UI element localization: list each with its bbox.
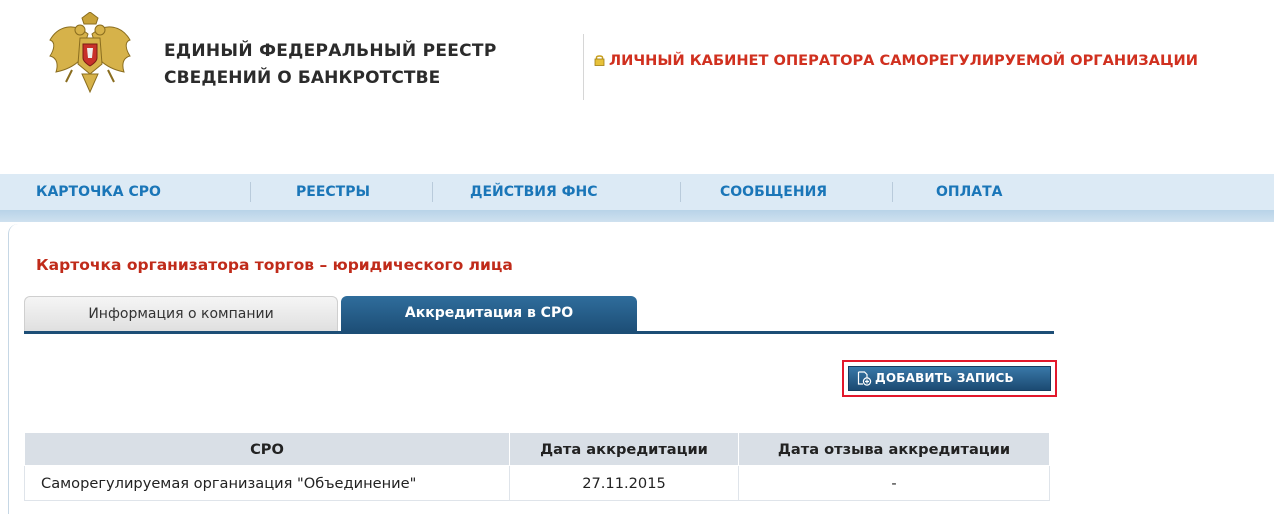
nav-separator <box>250 182 251 202</box>
site-title: ЕДИНЫЙ ФЕДЕРАЛЬНЫЙ РЕЕСТР СВЕДЕНИЙ О БАН… <box>164 38 497 92</box>
add-document-icon <box>857 371 872 394</box>
page-title: Карточка организатора торгов – юридическ… <box>36 256 513 274</box>
add-record-button[interactable]: ДОБАВИТЬ ЗАПИСЬ <box>848 366 1051 391</box>
tab-company-info[interactable]: Информация о компании <box>24 296 338 332</box>
nav-item-payment[interactable]: ОПЛАТА <box>936 174 1002 210</box>
cell-sro-name: Саморегулируемая организация "Объединени… <box>24 465 510 501</box>
table-header-row: СРО Дата аккредитации Дата отзыва аккред… <box>24 432 1050 466</box>
accreditation-table: СРО Дата аккредитации Дата отзыва аккред… <box>24 432 1050 501</box>
column-header-sro[interactable]: СРО <box>24 432 510 466</box>
nav-separator <box>680 182 681 202</box>
column-header-revocation-date[interactable]: Дата отзыва аккредитации <box>738 432 1050 466</box>
nav-item-sro-card[interactable]: КАРТОЧКА СРО <box>36 174 161 210</box>
nav-item-registries[interactable]: РЕЕСТРЫ <box>296 174 370 210</box>
coat-of-arms-logo <box>44 11 136 96</box>
table-row[interactable]: Саморегулируемая организация "Объединени… <box>24 465 1050 501</box>
site-title-line2: СВЕДЕНИЙ О БАНКРОТСТВЕ <box>164 68 441 88</box>
column-header-accreditation-date[interactable]: Дата аккредитации <box>509 432 739 466</box>
main-nav: КАРТОЧКА СРО РЕЕСТРЫ ДЕЙСТВИЯ ФНС СООБЩЕ… <box>0 174 1274 210</box>
header: ЕДИНЫЙ ФЕДЕРАЛЬНЫЙ РЕЕСТР СВЕДЕНИЙ О БАН… <box>0 0 1274 140</box>
cell-revocation-date: - <box>738 465 1050 501</box>
nav-item-messages[interactable]: СООБЩЕНИЯ <box>720 174 827 210</box>
cabinet-label: ЛИЧНЫЙ КАБИНЕТ ОПЕРАТОРА САМОРЕГУЛИРУЕМО… <box>594 52 1198 70</box>
tab-sro-accreditation[interactable]: Аккредитация в СРО <box>341 296 637 332</box>
lock-icon <box>594 53 605 70</box>
tab-underline <box>24 331 1054 334</box>
nav-separator <box>432 182 433 202</box>
cell-accreditation-date: 27.11.2015 <box>509 465 739 501</box>
site-title-line1: ЕДИНЫЙ ФЕДЕРАЛЬНЫЙ РЕЕСТР <box>164 41 497 61</box>
header-divider <box>583 34 584 100</box>
nav-item-fns-actions[interactable]: ДЕЙСТВИЯ ФНС <box>470 174 598 210</box>
add-record-label: ДОБАВИТЬ ЗАПИСЬ <box>875 371 1014 385</box>
add-record-highlight: ДОБАВИТЬ ЗАПИСЬ <box>842 360 1057 397</box>
nav-bottom-bar <box>0 210 1274 222</box>
cabinet-text: ЛИЧНЫЙ КАБИНЕТ ОПЕРАТОРА САМОРЕГУЛИРУЕМО… <box>609 52 1198 69</box>
nav-separator <box>892 182 893 202</box>
